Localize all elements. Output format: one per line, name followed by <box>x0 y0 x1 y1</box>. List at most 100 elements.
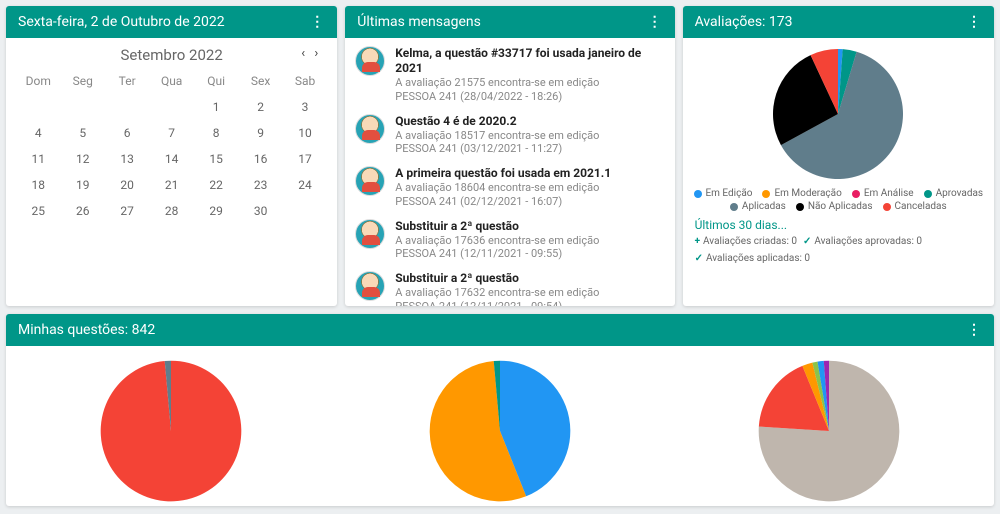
more-icon[interactable]: ⋮ <box>967 322 982 338</box>
calendar-day <box>60 224 104 236</box>
avatar <box>355 166 385 196</box>
questions-title: Minhas questões: 842 <box>18 322 155 338</box>
check-icon: ✓ <box>803 236 811 247</box>
message-meta: PESSOA 241 (02/12/2021 - 16:07) <box>395 195 611 209</box>
legend-item: Em Edição <box>694 188 753 199</box>
legend-dot <box>796 203 804 211</box>
calendar-day[interactable]: 28 <box>149 198 193 224</box>
calendar-day[interactable]: 22 <box>194 172 238 198</box>
weekday-header: Sab <box>283 68 327 94</box>
calendar-day <box>105 94 149 120</box>
avatar <box>355 219 385 249</box>
next-month-button[interactable]: › <box>311 46 321 61</box>
legend-item: Aprovadas <box>924 188 984 199</box>
legend-item: Canceladas <box>883 201 947 212</box>
calendar-day[interactable]: 7 <box>149 120 193 146</box>
message-meta: PESSOA 241 (28/04/2022 - 18:26) <box>395 90 664 104</box>
weekday-header: Ter <box>105 68 149 94</box>
legend-item: Em Análise <box>852 188 914 199</box>
calendar-day <box>60 94 104 120</box>
check-icon: ✓ <box>695 253 703 264</box>
message-meta: PESSOA 241 (03/12/2021 - 11:27) <box>395 142 599 156</box>
message-item[interactable]: Questão 4 é de 2020.2A avaliação 18517 e… <box>355 114 664 157</box>
message-meta: PESSOA 241 (12/11/2021 - 09:55) <box>395 247 599 261</box>
calendar-day[interactable]: 11 <box>16 146 60 172</box>
legend-dot <box>762 190 770 198</box>
questions-header: Minhas questões: 842 ⋮ <box>6 314 994 346</box>
calendar-day[interactable]: 17 <box>283 146 327 172</box>
more-icon[interactable]: ⋮ <box>648 14 663 30</box>
calendar-day[interactable]: 29 <box>194 198 238 224</box>
calendar-day <box>149 94 193 120</box>
message-title: Questão 4 é de 2020.2 <box>395 114 599 129</box>
more-icon[interactable]: ⋮ <box>967 14 982 30</box>
message-item[interactable]: Substituir a 2ª questãoA avaliação 17632… <box>355 271 664 306</box>
calendar-day[interactable]: 18 <box>16 172 60 198</box>
legend-dot <box>852 190 860 198</box>
message-item[interactable]: A primeira questão foi usada em 2021.1A … <box>355 166 664 209</box>
calendar-day <box>238 224 282 236</box>
calendar-month: Setembro 2022 <box>121 46 223 64</box>
calendar-day[interactable]: 13 <box>105 146 149 172</box>
message-subtitle: A avaliação 17632 encontra-se em edição <box>395 286 599 300</box>
calendar-day[interactable]: 4 <box>16 120 60 146</box>
calendar-day[interactable]: 15 <box>194 146 238 172</box>
message-title: A primeira questão foi usada em 2021.1 <box>395 166 611 181</box>
calendar-day[interactable]: 9 <box>238 120 282 146</box>
questions-pie-chart-3 <box>739 356 919 506</box>
message-title: Kelma, a questão #33717 foi usada janeir… <box>395 46 664 76</box>
message-title: Substituir a 2ª questão <box>395 219 599 234</box>
calendar-day[interactable]: 23 <box>238 172 282 198</box>
calendar-day[interactable]: 30 <box>238 198 282 224</box>
legend-dot <box>694 190 702 198</box>
calendar-card: Sexta-feira, 2 de Outubro de 2022 ⋮ Sete… <box>6 6 337 306</box>
message-item[interactable]: Kelma, a questão #33717 foi usada janeir… <box>355 46 664 104</box>
calendar-day <box>149 224 193 236</box>
calendar-day[interactable]: 2 <box>238 94 282 120</box>
calendar-day[interactable]: 10 <box>283 120 327 146</box>
weekday-header: Qui <box>194 68 238 94</box>
calendar-day[interactable]: 19 <box>60 172 104 198</box>
calendar-day[interactable]: 1 <box>194 94 238 120</box>
avatar <box>355 46 385 76</box>
weekday-header: Seg <box>60 68 104 94</box>
message-subtitle: A avaliação 18604 encontra-se em edição <box>395 181 611 195</box>
calendar-header: Sexta-feira, 2 de Outubro de 2022 ⋮ <box>6 6 337 38</box>
more-icon[interactable]: ⋮ <box>310 14 325 30</box>
weekday-header: Qua <box>149 68 193 94</box>
last-30-days-label[interactable]: Últimos 30 dias... <box>695 218 982 232</box>
evaluations-card: Avaliações: 173 ⋮ Em EdiçãoEm ModeraçãoE… <box>683 6 994 306</box>
evaluations-header: Avaliações: 173 ⋮ <box>683 6 994 38</box>
calendar-day[interactable]: 14 <box>149 146 193 172</box>
calendar-day[interactable]: 24 <box>283 172 327 198</box>
calendar-day[interactable]: 25 <box>16 198 60 224</box>
calendar-day[interactable]: 5 <box>60 120 104 146</box>
evaluations-pie-chart <box>758 44 918 184</box>
calendar-day[interactable]: 20 <box>105 172 149 198</box>
calendar-day <box>16 224 60 236</box>
messages-card: Últimas mensagens ⋮ Kelma, a questão #33… <box>345 6 674 306</box>
calendar-day <box>283 224 327 236</box>
evaluations-stats: +Avaliações criadas: 0 ✓Avaliações aprov… <box>691 236 986 264</box>
avatar <box>355 271 385 301</box>
legend-item: Aplicadas <box>730 201 786 212</box>
messages-header: Últimas mensagens ⋮ <box>345 6 674 38</box>
calendar-day[interactable]: 26 <box>60 198 104 224</box>
calendar-day[interactable]: 21 <box>149 172 193 198</box>
evaluations-title: Avaliações: 173 <box>695 14 793 30</box>
calendar-day <box>283 198 327 224</box>
legend-dot <box>730 203 738 211</box>
calendar-day[interactable]: 3 <box>283 94 327 120</box>
questions-pie-chart-1 <box>81 356 261 506</box>
prev-month-button[interactable]: ‹ <box>298 46 308 61</box>
message-item[interactable]: Substituir a 2ª questãoA avaliação 17636… <box>355 219 664 262</box>
calendar-day[interactable]: 6 <box>105 120 149 146</box>
plus-icon: + <box>695 236 700 247</box>
message-subtitle: A avaliação 18517 encontra-se em edição <box>395 129 599 143</box>
calendar-day <box>16 94 60 120</box>
legend-item: Não Aplicadas <box>796 201 873 212</box>
calendar-day[interactable]: 16 <box>238 146 282 172</box>
calendar-day[interactable]: 27 <box>105 198 149 224</box>
calendar-day[interactable]: 8 <box>194 120 238 146</box>
calendar-day[interactable]: 12 <box>60 146 104 172</box>
